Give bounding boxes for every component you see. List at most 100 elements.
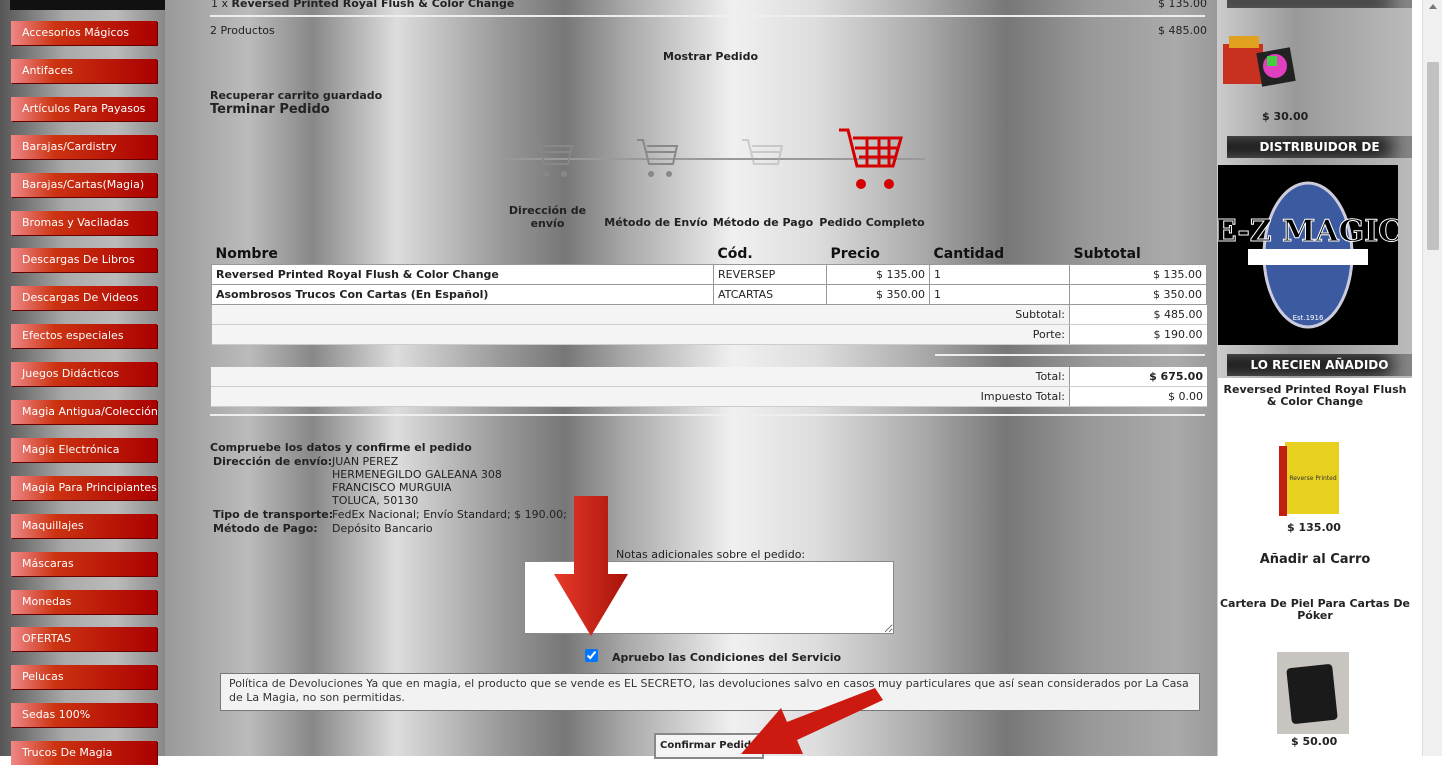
last-item-price: $ 135.00: [1158, 0, 1207, 10]
new-product-price: $ 135.00: [1287, 521, 1341, 534]
total-value: $ 675.00: [1069, 367, 1207, 387]
right-top-bar: [1227, 0, 1412, 8]
shipping-value: $ 190.00: [1069, 324, 1207, 345]
divider: [210, 15, 1205, 17]
logo-est: Est.1916: [1293, 314, 1324, 322]
payment-step-icon: [742, 139, 784, 165]
category-button[interactable]: Descargas De Videos: [11, 286, 157, 311]
tax-row: Impuesto Total: $ 0.00: [211, 386, 1207, 407]
category-button[interactable]: Pelucas: [11, 665, 157, 690]
order-table: Nombre Cód. Precio Cantidad Subtotal Rev…: [211, 244, 1207, 345]
category-button[interactable]: Descargas De Libros: [11, 248, 157, 273]
step-label-line: Dirección de: [508, 204, 587, 217]
magic-cube-product-image[interactable]: [1219, 28, 1299, 90]
product-subtotal: $ 135.00: [1069, 264, 1207, 285]
payment-value: Depósito Bancario: [332, 522, 433, 535]
ez-magic-logo[interactable]: E-Z MAGIC Est.1916: [1218, 165, 1398, 345]
step-label-shipping: Método de Envío: [604, 216, 708, 229]
notes-label: Notas adicionales sobre el pedido:: [616, 548, 806, 561]
totals-table: Total: $ 675.00 Impuesto Total: $ 0.00: [211, 367, 1207, 407]
total-row: Total: $ 675.00: [211, 367, 1207, 387]
step-label-address: Dirección de envío: [500, 204, 595, 230]
show-order-link[interactable]: Mostrar Pedido: [663, 50, 758, 63]
address-line: HERMENEGILDO GALEANA 308: [332, 468, 502, 481]
category-button[interactable]: Efectos especiales: [11, 324, 157, 349]
product-code: REVERSEP: [713, 264, 827, 285]
last-item-name[interactable]: Reversed Printed Royal Flush & Color Cha…: [232, 0, 515, 10]
new-products-title: LO RECIEN AÑADIDO: [1227, 354, 1412, 376]
product-box-text: Reverse Printed: [1289, 475, 1337, 482]
complete-step-icon: [839, 128, 903, 189]
address-line: FRANCISCO MURGUIA: [332, 481, 452, 494]
logo-text: E-Z MAGIC: [1218, 214, 1398, 249]
category-button[interactable]: Accesorios Mágicos: [11, 21, 157, 45]
product-count: 2 Productos: [210, 24, 275, 37]
last-item-line: 1 x Reversed Printed Royal Flush & Color…: [211, 0, 514, 10]
category-button[interactable]: Magia Para Principiantes: [11, 475, 157, 500]
shipping-label: Porte:: [211, 324, 1070, 345]
category-button[interactable]: Antifaces: [11, 58, 157, 83]
card-wallet-product-image[interactable]: [1277, 652, 1349, 734]
main-content: 1 x Reversed Printed Royal Flush & Color…: [165, 0, 1217, 756]
shipping-row: Porte: $ 190.00: [211, 324, 1207, 345]
down-arrow-annotation-icon: [554, 496, 628, 636]
product-price: $ 30.00: [1262, 110, 1309, 123]
total-label: Total:: [211, 367, 1070, 387]
step-label-payment: Método de Pago: [712, 216, 814, 229]
divider: [210, 414, 1205, 416]
page-margin: [1412, 0, 1422, 756]
step-label-complete: Pedido Completo: [819, 216, 925, 229]
recover-cart-link[interactable]: Recuperar carrito guardado: [210, 89, 382, 102]
divider: [935, 354, 1205, 356]
scroll-thumb[interactable]: [1427, 62, 1439, 250]
cart-step-icon: [532, 139, 574, 177]
category-button[interactable]: Magia Antigua/Colección: [11, 400, 157, 424]
product-qty: 1: [929, 264, 1070, 285]
address-line: TOLUCA, 50130: [332, 494, 419, 507]
terms-label[interactable]: Apruebo las Condiciones del Servicio: [612, 651, 841, 664]
return-policy-box: Política de Devoluciones Ya que en magia…: [220, 673, 1200, 711]
category-button[interactable]: OFERTAS: [11, 627, 157, 652]
category-button[interactable]: Artículos Para Payasos: [11, 96, 157, 121]
product-name: Reversed Printed Royal Flush & Color Cha…: [211, 264, 714, 285]
col-header: Subtotal: [1073, 246, 1141, 262]
table-row: Reversed Printed Royal Flush & Color Cha…: [211, 264, 1207, 285]
subtotal-label: Subtotal:: [211, 304, 1070, 325]
confirm-title: Compruebe los datos y confirme el pedido: [210, 441, 472, 454]
payment-label: Método de Pago:: [213, 522, 318, 535]
address-line: JUAN PEREZ: [332, 455, 399, 468]
tax-label: Impuesto Total:: [211, 386, 1070, 407]
transport-label: Tipo de transporte:: [213, 508, 334, 521]
page-title: Terminar Pedido: [210, 102, 330, 117]
category-button[interactable]: Máscaras: [11, 551, 157, 576]
add-to-cart-link[interactable]: Añadir al Carro: [1218, 552, 1412, 567]
scroll-up-arrow-icon[interactable]: [1429, 4, 1437, 9]
category-button[interactable]: Barajas/Cartas(Magia): [11, 172, 157, 197]
terms-checkbox[interactable]: [585, 649, 598, 662]
col-header: Precio: [830, 246, 880, 262]
category-button[interactable]: Maquillajes: [11, 513, 157, 538]
category-button[interactable]: Juegos Didácticos: [11, 362, 157, 387]
truck-step-icon: [637, 139, 679, 177]
category-button[interactable]: Bromas y Vaciladas: [11, 210, 157, 235]
product-code: ATCARTAS: [713, 284, 827, 305]
vertical-scrollbar[interactable]: [1422, 0, 1442, 756]
category-button[interactable]: Magia Electrónica: [11, 437, 157, 462]
diagonal-arrow-annotation-icon: [741, 688, 883, 754]
new-product-name[interactable]: Cartera De Piel Para Cartas De Póker: [1218, 598, 1412, 622]
distributor-title: DISTRIBUIDOR DE: [1227, 136, 1412, 158]
product-qty: 1: [929, 284, 1070, 305]
step-label-line: envío: [530, 217, 565, 230]
tax-value: $ 0.00: [1069, 386, 1207, 407]
col-header: Nombre: [215, 246, 278, 262]
category-button[interactable]: Sedas 100%: [11, 703, 157, 728]
product-price: $ 135.00: [826, 264, 930, 285]
transport-value: FedEx Nacional; Envío Standard; $ 190.00…: [332, 508, 567, 521]
product-price: $ 350.00: [826, 284, 930, 305]
new-product-name[interactable]: Reversed Printed Royal Flush & Color Cha…: [1218, 384, 1412, 408]
subtotal-value: $ 485.00: [1069, 304, 1207, 325]
reversed-printed-product-image[interactable]: Reverse Printed: [1275, 440, 1353, 518]
category-button[interactable]: Trucos De Magia: [11, 741, 157, 765]
category-button[interactable]: Monedas: [11, 589, 157, 614]
category-button[interactable]: Barajas/Cardistry: [11, 134, 157, 159]
